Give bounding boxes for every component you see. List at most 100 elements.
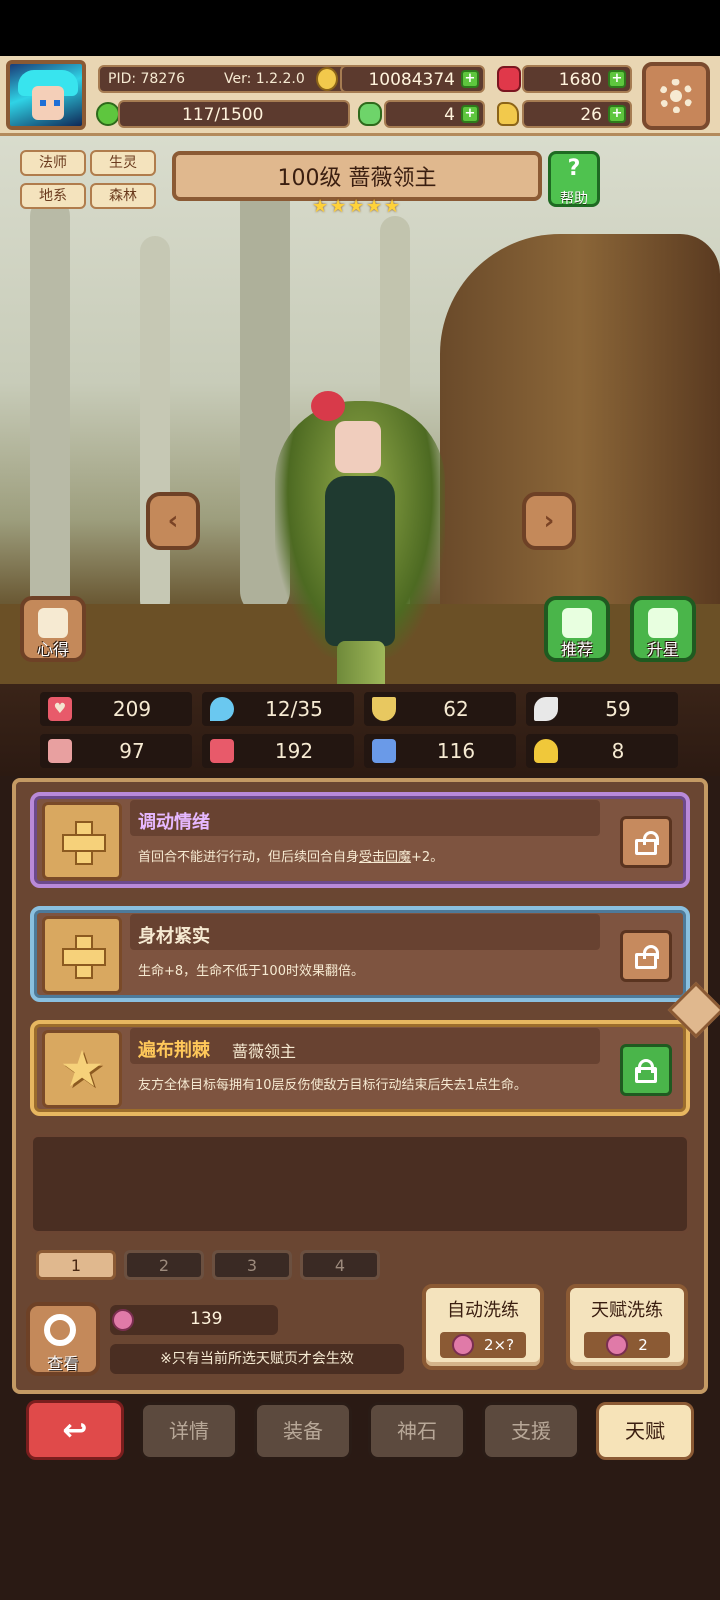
fist-icon: [48, 739, 72, 763]
talent-page-tab[interactable]: 4: [300, 1250, 380, 1280]
question-icon: ?: [567, 156, 581, 181]
nav-details[interactable]: 详情: [140, 1402, 238, 1460]
keyword-link[interactable]: 受击回魔: [359, 850, 411, 865]
talent-card[interactable]: 身材紧实 生命+8，生命不低于100时效果翻倍。: [30, 906, 690, 1002]
hand-box: 26 +: [522, 100, 632, 128]
talent-reroll-cost: 2: [638, 1336, 648, 1354]
potion-icon: [606, 1334, 629, 1356]
nav-support[interactable]: 支援: [482, 1402, 580, 1460]
star-icon: ★: [384, 196, 401, 217]
talent-lock-button[interactable]: [620, 816, 672, 868]
book-icon: [210, 739, 234, 763]
pid-version-box: PID: 78276 Ver: 1.2.2.0: [98, 65, 350, 93]
stat-agility: 116: [364, 734, 516, 768]
talent-cross-icon: [42, 802, 122, 880]
currency-amount: 139: [190, 1309, 223, 1329]
star-icon: ★: [348, 196, 365, 217]
heart-icon: ♥: [48, 697, 72, 721]
chevron-right-icon: ›: [543, 506, 555, 536]
talent-card[interactable]: ★ 遍布荆棘 蔷薇领主 友方全体目标每拥有10层反伤使敌方目标行动结束后失去1点…: [30, 1020, 690, 1116]
talent-name: 遍布荆棘: [138, 1040, 210, 1061]
hero-character-sprite: [255, 361, 475, 684]
next-hero-button[interactable]: ›: [522, 492, 576, 550]
nav-godstone[interactable]: 神石: [368, 1402, 466, 1460]
player-avatar[interactable]: [6, 60, 86, 130]
recommend-label: 推荐: [560, 640, 593, 659]
hero-tag: 生灵: [90, 150, 156, 176]
stat-mana: 12/35: [202, 692, 354, 726]
magnifier-icon: [44, 1314, 76, 1346]
stat-attack: 97: [40, 734, 192, 768]
talent-desc: 友方全体目标每拥有10层反伤使敌方目标行动结束后失去1点生命。: [138, 1078, 527, 1093]
nav-equipment[interactable]: 装备: [254, 1402, 352, 1460]
auto-reroll-button[interactable]: 自动洗练 2×?: [422, 1284, 544, 1370]
talent-reroll-button[interactable]: 天赋洗练 2: [566, 1284, 688, 1370]
hero-scene: [0, 136, 720, 684]
exp-value: 117/1500: [182, 105, 264, 125]
settings-button[interactable]: [642, 62, 710, 130]
prev-hero-button[interactable]: ‹: [146, 492, 200, 550]
auto-reroll-cost: 2×?: [483, 1336, 515, 1354]
reroll-currency-box: 139: [110, 1305, 278, 1335]
gem-box: 1680 +: [522, 65, 632, 93]
talent-page-tab[interactable]: 1: [36, 1250, 116, 1280]
potion-icon: [112, 1309, 134, 1331]
hero-title-banner: 100级 蔷薇领主: [172, 151, 542, 201]
talent-name: 调动情绪: [138, 812, 210, 833]
add-hand-button[interactable]: +: [608, 105, 626, 123]
star-icon: ★: [312, 196, 329, 217]
exp-orb-icon: [96, 102, 120, 126]
back-button[interactable]: ↩: [26, 1400, 124, 1460]
hero-tag: 地系: [20, 183, 86, 209]
scroll-icon: [38, 608, 68, 638]
talent-page-tab[interactable]: 2: [124, 1250, 204, 1280]
wing-icon: [534, 697, 558, 721]
gold-box: 10084374 +: [340, 65, 485, 93]
gear-icon: [659, 79, 693, 113]
talent-reroll-label: 天赋洗练: [591, 1300, 663, 1321]
thumbs-up-icon: [562, 608, 592, 638]
star-icon: ★: [366, 196, 383, 217]
stat-hp: ♥ 209: [40, 692, 192, 726]
star-icon: ★: [330, 196, 347, 217]
talent-name: 身材紧实: [138, 926, 210, 947]
ruby-gem-icon: [497, 66, 521, 92]
potion-icon: [451, 1334, 474, 1356]
boot-icon: [372, 739, 396, 763]
insight-button[interactable]: 心得: [20, 596, 86, 662]
hand-icon: [497, 102, 519, 126]
add-gold-button[interactable]: +: [461, 70, 479, 88]
hero-title: 100级 蔷薇领主: [277, 166, 437, 191]
talent-lock-button[interactable]: [620, 930, 672, 982]
add-gem-button[interactable]: +: [608, 70, 626, 88]
recommend-button[interactable]: 推荐: [544, 596, 610, 662]
talent-cross-icon: [42, 916, 122, 994]
hero-stars: ★ ★ ★ ★ ★: [312, 198, 402, 218]
auto-reroll-label: 自动洗练: [447, 1300, 519, 1321]
shield-icon: [372, 697, 396, 721]
status-bar-area: [0, 0, 720, 56]
talent-desc: 首回合不能进行行动，但后续回合自身受击回魔+2。: [138, 850, 444, 865]
star-up-label: 升星: [646, 640, 679, 659]
talent-page-tab[interactable]: 3: [212, 1250, 292, 1280]
talent-source: 蔷薇领主: [232, 1042, 297, 1061]
star-up-button[interactable]: 升星: [630, 596, 696, 662]
help-button[interactable]: ? 帮助: [548, 151, 600, 207]
star-up-icon: [648, 608, 678, 638]
talent-card[interactable]: 调动情绪 首回合不能进行行动，但后续回合自身受击回魔+2。: [30, 792, 690, 888]
nav-talent[interactable]: 天赋: [596, 1402, 694, 1460]
stat-speed: 59: [526, 692, 678, 726]
hand-amount: 26: [580, 105, 602, 125]
talent-lock-button[interactable]: [620, 1044, 672, 1096]
view-button[interactable]: 查看: [26, 1302, 100, 1376]
view-label: 查看: [46, 1354, 79, 1373]
empty-talent-slot: [30, 1134, 690, 1234]
pid-label: PID: 78276: [108, 71, 186, 87]
return-arrow-icon: ↩: [62, 1412, 88, 1448]
help-label: 帮助: [560, 191, 588, 207]
add-clover-button[interactable]: +: [461, 105, 479, 123]
exp-box: 117/1500: [118, 100, 350, 128]
clover-box: 4 +: [384, 100, 485, 128]
insight-label: 心得: [36, 640, 69, 659]
stat-luck: 8: [526, 734, 678, 768]
